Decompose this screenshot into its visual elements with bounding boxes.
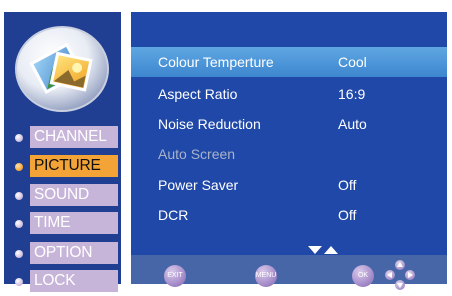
menu-row-aspect-ratio[interactable]: Aspect Ratio 16:9: [131, 79, 447, 109]
bullet-icon: [15, 134, 23, 142]
row-value: Off: [338, 177, 357, 193]
row-label: DCR: [158, 207, 189, 223]
sidebar-item-label: OPTION: [30, 242, 118, 264]
row-label: Power Saver: [158, 177, 239, 193]
sidebar-item-picture[interactable]: PICTURE: [4, 155, 121, 177]
sidebar-item-label: LOCK: [30, 270, 118, 292]
sidebar-item-channel[interactable]: CHANNEL: [4, 126, 121, 148]
row-value: Auto: [338, 116, 367, 132]
menu-row-auto-screen: Auto Screen: [131, 139, 447, 169]
row-label: Noise Reduction: [158, 116, 261, 132]
row-value: Cool: [338, 54, 367, 70]
menu-button[interactable]: MENU: [255, 265, 277, 287]
sidebar-item-time[interactable]: TIME: [4, 212, 121, 234]
row-value: 16:9: [338, 86, 366, 102]
sidebar-item-label: SOUND: [30, 184, 118, 206]
button-bar: EXIT MENU OK: [131, 255, 447, 290]
row-label: Auto Screen: [158, 146, 236, 162]
exit-button[interactable]: EXIT: [164, 265, 186, 287]
sidebar: CHANNEL PICTURE SOUND TIME OPTION LOCK: [4, 12, 121, 292]
row-label: Colour Temperture: [158, 54, 274, 70]
menu-row-noise-reduction[interactable]: Noise Reduction Auto: [131, 109, 447, 139]
sidebar-item-option[interactable]: OPTION: [4, 242, 121, 264]
ok-button[interactable]: OK: [352, 265, 374, 287]
menu-row-power-saver[interactable]: Power Saver Off: [131, 170, 447, 200]
scroll-arrows-icon: [308, 242, 338, 254]
menu-row-colour-temperature[interactable]: Colour Temperture Cool: [131, 47, 447, 77]
picture-logo-icon: [14, 24, 110, 114]
sidebar-item-label: CHANNEL: [30, 126, 118, 148]
picture-settings-panel: Colour Temperture Cool Aspect Ratio 16:9…: [131, 12, 447, 290]
menu-row-dcr[interactable]: DCR Off: [131, 200, 447, 230]
sidebar-item-label: PICTURE: [30, 155, 118, 177]
row-label: Aspect Ratio: [158, 86, 238, 102]
bullet-icon: [15, 220, 23, 228]
sidebar-item-sound[interactable]: SOUND: [4, 184, 121, 206]
sidebar-item-lock[interactable]: LOCK: [4, 270, 121, 292]
bullet-icon: [15, 278, 23, 286]
bullet-icon: [15, 192, 23, 200]
sidebar-item-label: TIME: [30, 212, 118, 234]
row-value: Off: [338, 207, 357, 223]
bullet-icon: [15, 250, 23, 258]
dpad-icon: [384, 259, 416, 291]
bullet-icon: [15, 163, 23, 171]
